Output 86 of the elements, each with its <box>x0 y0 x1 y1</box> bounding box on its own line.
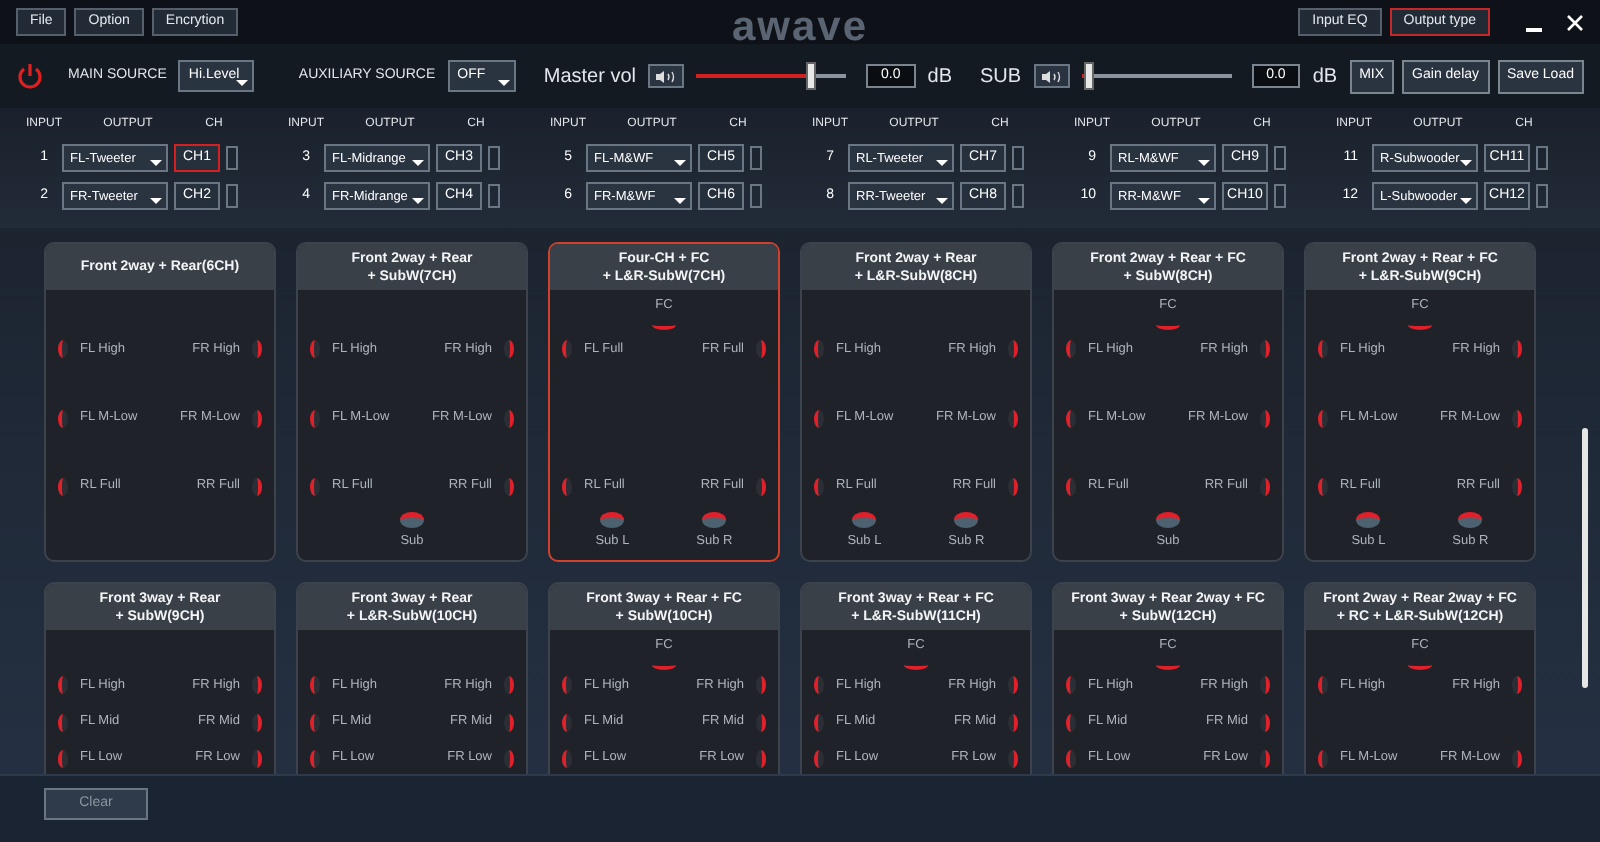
speaker-icon <box>252 409 262 427</box>
stepper-icon[interactable] <box>226 184 238 208</box>
caret-icon <box>674 198 686 204</box>
speaker-icon <box>756 477 766 496</box>
caret-icon <box>497 80 510 86</box>
speaker-icon <box>310 477 320 496</box>
label: Master vol <box>543 63 636 91</box>
caret-icon <box>1460 160 1472 166</box>
speaker-icon <box>1066 340 1076 359</box>
caret-icon <box>936 160 948 166</box>
speaker-icon <box>1318 676 1328 695</box>
speaker-icon <box>504 477 514 496</box>
speaker-icon <box>1008 477 1018 496</box>
close-icon[interactable] <box>1566 13 1584 31</box>
unit-label: dB <box>1312 63 1338 91</box>
speaker-icon <box>1008 340 1018 359</box>
speaker-icon <box>58 340 68 359</box>
speaker-icon <box>1260 340 1270 359</box>
subwoofer-icon <box>1458 512 1483 529</box>
caret-icon <box>412 160 424 166</box>
stepper-icon[interactable] <box>750 184 762 208</box>
speaker-icon <box>814 340 824 359</box>
speaker-icon <box>1512 749 1522 768</box>
speaker-icon <box>1318 340 1328 359</box>
speaker-icon <box>252 477 262 496</box>
subwoofer-icon <box>702 512 727 529</box>
volume-button[interactable] <box>1033 64 1070 88</box>
caret-icon <box>412 198 424 204</box>
caret-icon <box>674 160 686 166</box>
caret-icon <box>1198 198 1210 204</box>
stepper-icon[interactable] <box>1012 146 1024 170</box>
speaker-icon <box>1318 477 1328 496</box>
stepper-icon[interactable] <box>750 146 762 170</box>
stepper-icon[interactable] <box>1536 184 1548 208</box>
speaker-icon <box>310 409 320 427</box>
speaker-icon <box>654 69 679 83</box>
speaker-icon <box>814 477 824 496</box>
speaker-icon <box>562 340 572 359</box>
stepper-icon[interactable] <box>488 146 500 170</box>
subwoofer-icon <box>1356 512 1381 529</box>
speaker-icon <box>58 477 68 496</box>
speaker-icon <box>504 340 514 359</box>
speaker-icon <box>1039 69 1064 83</box>
speaker-icon <box>1066 409 1076 427</box>
speaker-icon <box>1512 477 1522 496</box>
subwoofer-icon <box>600 512 625 529</box>
slider-thumb[interactable] <box>1084 62 1095 90</box>
speaker-icon <box>1318 749 1328 768</box>
power-icon[interactable] <box>16 62 44 90</box>
unit-label: dB <box>927 63 952 91</box>
speaker-icon <box>1512 676 1522 695</box>
caret-icon <box>236 80 249 86</box>
logo: awave <box>729 2 871 54</box>
slider-thumb[interactable] <box>805 62 816 90</box>
caret-icon <box>150 198 162 204</box>
subwoofer-icon <box>954 512 979 529</box>
volume-button[interactable] <box>648 64 685 88</box>
speaker-icon <box>1260 477 1270 496</box>
caret-icon <box>936 198 948 204</box>
subwoofer-icon <box>400 512 424 529</box>
stepper-icon[interactable] <box>226 146 238 170</box>
stepper-icon[interactable] <box>1012 184 1024 208</box>
speaker-icon <box>310 340 320 359</box>
stepper-icon[interactable] <box>488 184 500 208</box>
speaker-icon <box>1008 409 1018 427</box>
speaker-icon <box>252 340 262 359</box>
label: SUB <box>980 63 1022 91</box>
speaker-icon <box>1066 477 1076 496</box>
caret-icon <box>150 160 162 166</box>
subwoofer-icon <box>852 512 877 529</box>
stepper-icon[interactable] <box>1536 146 1548 170</box>
speaker-icon <box>504 409 514 427</box>
speaker-icon <box>756 340 766 359</box>
speaker-icon <box>58 409 68 427</box>
caret-icon <box>1198 160 1210 166</box>
stepper-icon[interactable] <box>1274 146 1286 170</box>
stepper-icon[interactable] <box>1274 184 1286 208</box>
scrollbar-thumb[interactable] <box>1582 428 1588 688</box>
speaker-icon <box>814 409 824 427</box>
caret-icon <box>1460 198 1472 204</box>
speaker-icon <box>562 477 572 496</box>
speaker-icon <box>1318 409 1328 427</box>
speaker-icon <box>1512 340 1522 359</box>
subwoofer-icon <box>1156 512 1180 529</box>
speaker-icon <box>1512 409 1522 427</box>
speaker-icon <box>1260 409 1270 427</box>
